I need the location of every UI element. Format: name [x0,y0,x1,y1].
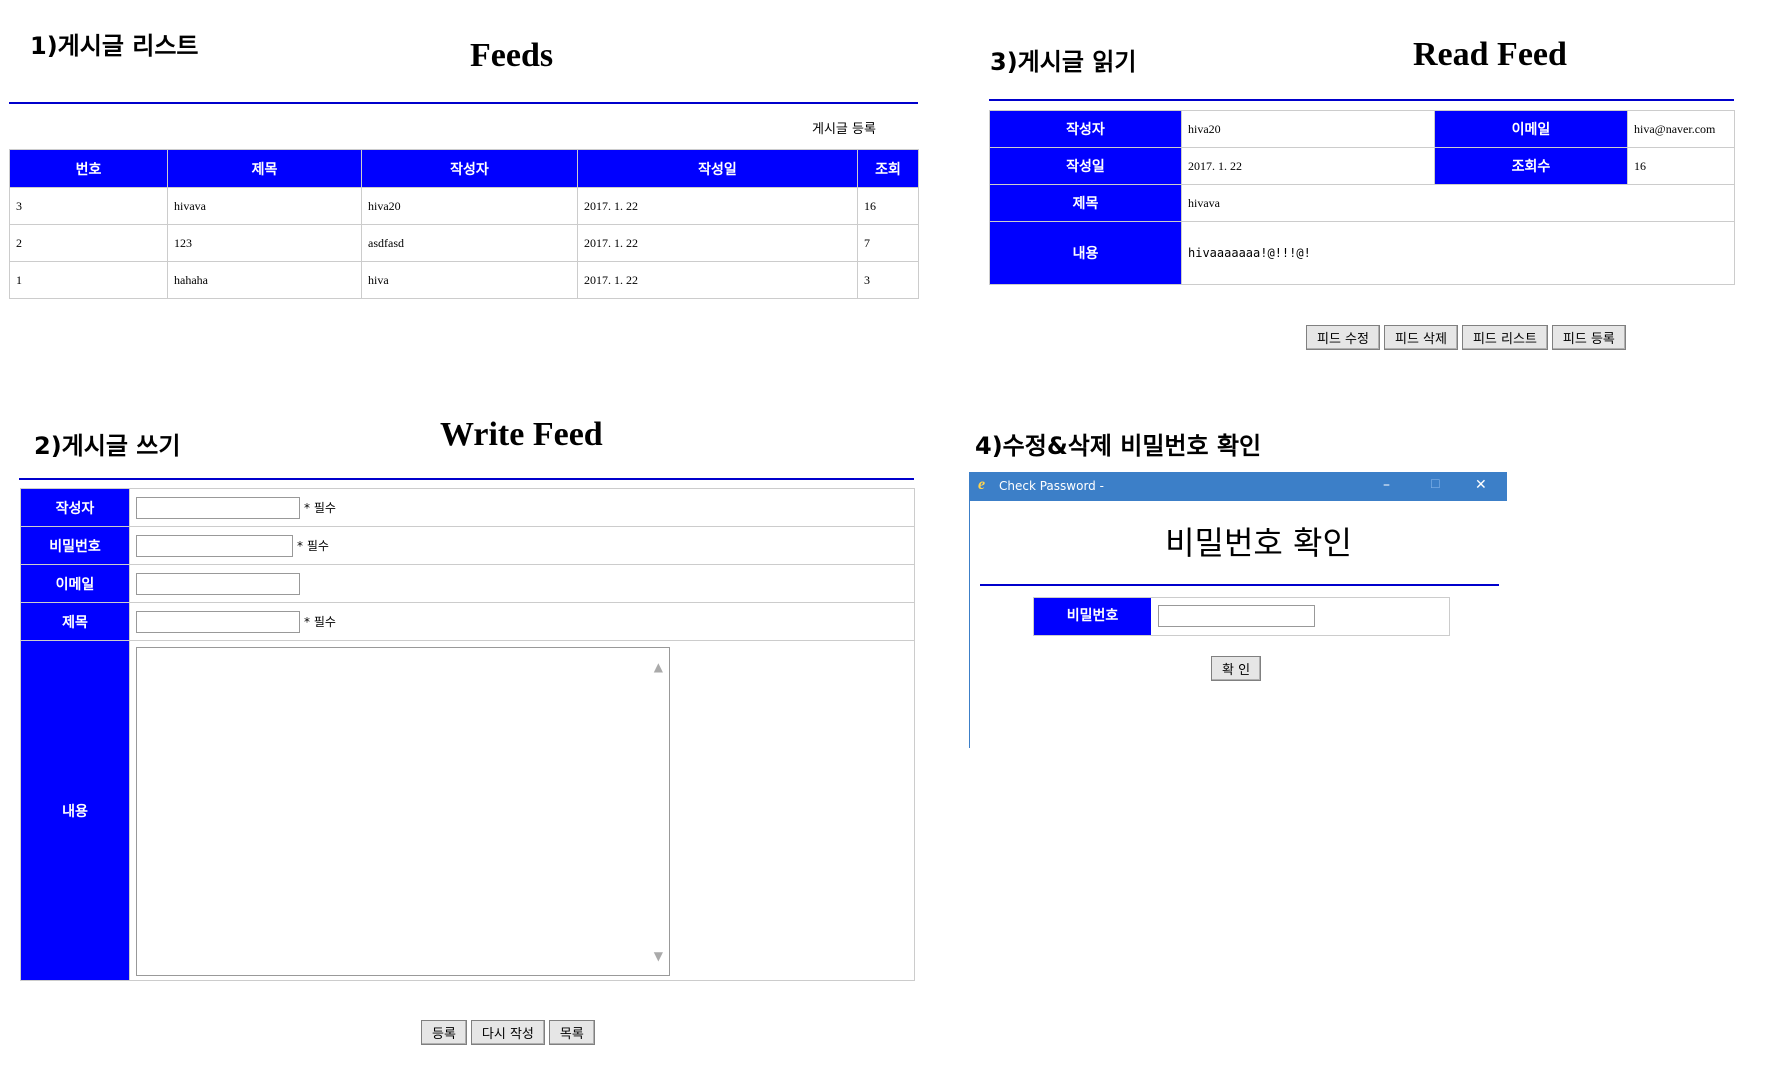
minimize-icon[interactable]: – [1383,477,1390,493]
write-divider [19,478,914,480]
required-note: * 필수 [304,501,336,515]
write-form: 작성자 * 필수 비밀번호 * 필수 이메일 제목 * 필수 내용 ▲ ▼ [20,488,915,981]
edit-feed-button[interactable]: 피드 수정 [1306,325,1380,350]
read-table: 작성자 hiva20 이메일 hiva@naver.com 작성일 2017. … [989,110,1735,285]
content-textarea[interactable]: ▲ ▼ [136,647,670,976]
views-label: 조회수 [1434,147,1628,185]
cell-date: 2017. 1. 22 [577,187,858,225]
content-label: 내용 [20,640,130,981]
read-button-row: 피드 수정 피드 삭제 피드 리스트 피드 등록 [1306,325,1630,350]
date-value: 2017. 1. 22 [1181,147,1435,185]
list-button[interactable]: 목록 [548,1020,595,1045]
submit-button[interactable]: 등록 [421,1020,467,1045]
cell-author: asdfasd [361,224,578,262]
required-note: * 필수 [297,539,329,553]
reset-button[interactable]: 다시 작성 [470,1020,545,1045]
table-row[interactable]: 3 hivava hiva20 2017. 1. 22 16 [9,187,919,225]
date-label: 작성일 [989,147,1182,185]
password-label: 비밀번호 [20,526,130,565]
write-title: Write Feed [440,416,603,453]
password-row: 비밀번호 [1033,597,1450,636]
section-label-list: 1)게시글 리스트 [30,32,199,60]
feeds-header-row: 번호 제목 작성자 작성일 조회 [9,149,919,188]
password-input[interactable] [1158,605,1315,627]
dialog-heading: 비밀번호 확인 [1165,524,1352,562]
section-label-read: 3)게시글 읽기 [990,48,1137,76]
col-header-author: 작성자 [361,149,578,188]
author-label: 작성자 [20,488,130,527]
password-input[interactable] [136,534,293,557]
subject-input[interactable] [136,610,300,633]
col-header-number: 번호 [9,149,168,188]
dialog-divider [980,584,1499,586]
views-value: 16 [1627,147,1735,185]
cell-views: 7 [857,224,919,262]
subject-value: hivava [1181,184,1735,222]
content-label: 내용 [989,221,1182,285]
ie-icon: e [978,476,986,493]
feed-list-button[interactable]: 피드 리스트 [1461,325,1548,350]
write-button-row: 등록 다시 작성 목록 [421,1020,599,1045]
feeds-table: 번호 제목 작성자 작성일 조회 3 hivava hiva20 2017. 1… [9,149,919,299]
content-value: hivaaaaaaa!@!!!@! [1181,221,1735,285]
table-row[interactable]: 1 hahaha hiva 2017. 1. 22 3 [9,261,919,299]
window-titlebar[interactable]: e Check Password - – ☐ ✕ [970,472,1507,501]
section-label-write: 2)게시글 쓰기 [34,432,181,460]
email-label: 이메일 [20,564,130,603]
cell-title-link[interactable]: 123 [167,224,362,262]
password-window: e Check Password - – ☐ ✕ 비밀번호 확인 비밀번호 확 … [969,472,1507,748]
maximize-icon[interactable]: ☐ [1430,477,1441,491]
register-post-link[interactable]: 게시글 등록 [812,118,876,137]
col-header-title: 제목 [167,149,362,188]
email-value: hiva@naver.com [1627,110,1735,148]
confirm-button[interactable]: 확 인 [1211,656,1262,681]
cell-views: 16 [857,187,919,225]
read-title: Read Feed [1413,36,1567,73]
email-label: 이메일 [1434,110,1628,148]
author-input[interactable] [136,496,300,519]
email-input[interactable] [136,572,300,595]
feeds-title: Feeds [470,37,554,74]
author-value: hiva20 [1181,110,1435,148]
subject-label: 제목 [20,602,130,641]
cell-author: hiva20 [361,187,578,225]
read-divider [989,99,1734,101]
subject-label: 제목 [989,184,1182,222]
close-icon[interactable]: ✕ [1475,477,1487,493]
section-label-password: 4)수정&삭제 비밀번호 확인 [975,432,1262,460]
feeds-divider [9,102,918,104]
chevron-up-icon[interactable]: ▲ [654,660,663,674]
cell-author: hiva [361,261,578,299]
cell-date: 2017. 1. 22 [577,261,858,299]
cell-title-link[interactable]: hahaha [167,261,362,299]
col-header-date: 작성일 [577,149,858,188]
author-label: 작성자 [989,110,1182,148]
required-note: * 필수 [304,615,336,629]
cell-number: 2 [9,224,168,262]
cell-views: 3 [857,261,919,299]
password-label: 비밀번호 [1034,598,1151,635]
chevron-down-icon[interactable]: ▼ [654,949,663,963]
cell-number: 1 [9,261,168,299]
table-row[interactable]: 2 123 asdfasd 2017. 1. 22 7 [9,224,919,262]
window-title: Check Password - [999,479,1104,493]
cell-title-link[interactable]: hivava [167,187,362,225]
register-feed-button[interactable]: 피드 등록 [1551,325,1626,350]
col-header-views: 조회 [857,149,919,188]
cell-number: 3 [9,187,168,225]
cell-date: 2017. 1. 22 [577,224,858,262]
delete-feed-button[interactable]: 피드 삭제 [1383,325,1458,350]
